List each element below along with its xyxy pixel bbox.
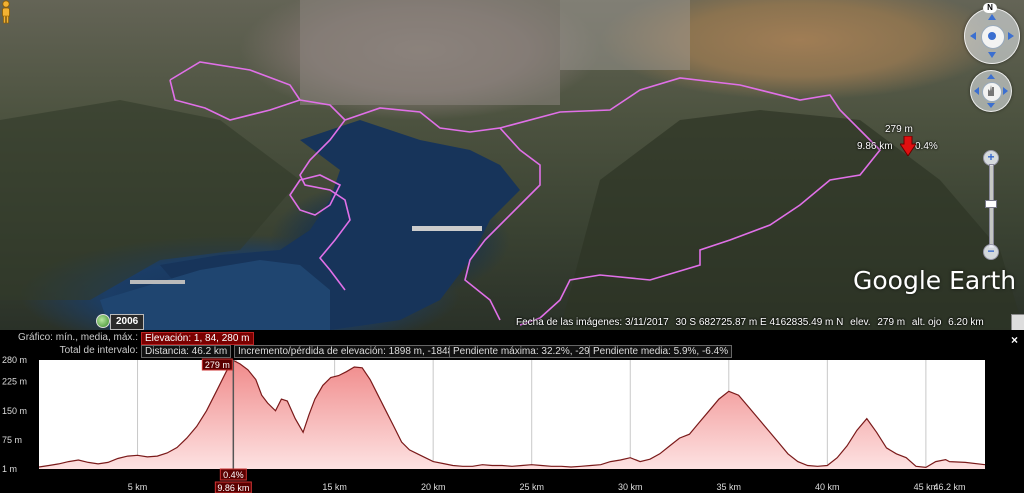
cursor-elevation-tag: 279 m (205, 360, 230, 370)
zoom-thumb[interactable] (985, 200, 997, 208)
cursor-elevation-label: 279 m (885, 124, 913, 135)
eye-altitude-value: 6.20 km (948, 317, 984, 328)
elevation-value: 279 m (877, 317, 906, 328)
mountain-range (560, 110, 1024, 330)
x-tick-label: 25 km (519, 482, 544, 492)
historical-imagery-clock-icon[interactable] (96, 314, 110, 328)
zoom-slider[interactable]: + − (983, 150, 999, 260)
google-earth-logo: Google Earth (853, 266, 1017, 295)
y-tick-label: 280 m (2, 356, 27, 365)
industrial-area (560, 0, 690, 70)
y-tick-label: 225 m (2, 377, 27, 387)
cursor-slope-tag: 0.4% (223, 470, 244, 480)
zoom-out-button[interactable]: − (983, 244, 999, 260)
map-view[interactable]: 279 m 9.86 km 0.4% Google Earth 2006 Fec… (0, 0, 1024, 330)
graph-stats-label: Gráfico: mín., media, máx.: (17, 332, 138, 343)
city-area (300, 0, 560, 105)
breakwater (130, 280, 185, 284)
panel-resize-handle[interactable] (1011, 314, 1024, 330)
eye-altitude-label: alt. ojo (911, 317, 942, 328)
y-tick-label: 150 m (2, 406, 27, 416)
x-tick-label: 40 km (815, 482, 840, 492)
x-tick-label: 35 km (717, 482, 742, 492)
compass-control[interactable] (964, 8, 1020, 64)
cursor-slope-label: 0.4% (915, 141, 938, 152)
cursor-arrow-icon (900, 136, 916, 156)
x-tick-label: 30 km (618, 482, 643, 492)
compass-north-indicator[interactable]: N (983, 3, 997, 13)
historical-imagery-year[interactable]: 2006 (110, 314, 145, 330)
status-bar: Fecha de las imágenes: 3/11/2017 30 S 68… (516, 317, 988, 328)
x-tick-label: 5 km (128, 482, 148, 492)
pan-arrows-icon (974, 74, 1008, 108)
cursor-coordinates: 30 S 682725.87 m E 4162835.49 m N (675, 317, 844, 328)
y-tick-label: 1 m (2, 464, 17, 474)
elevation-label: elev. (850, 317, 871, 328)
x-tick-label: 20 km (421, 482, 446, 492)
x-tick-label: 46.2 km (933, 482, 965, 492)
imagery-date: Fecha de las imágenes: 3/11/2017 (516, 317, 669, 328)
cursor-distance-tag: 9.86 km (217, 483, 249, 493)
x-tick-label: 15 km (322, 482, 347, 492)
street-view-pegman-icon[interactable] (0, 0, 12, 24)
compass-arrows-icon (970, 14, 1014, 58)
elevation-profile-chart[interactable]: 280 m225 m150 m75 m1 m5 km10 km15 km20 k… (0, 356, 1024, 493)
close-profile-button[interactable]: × (1011, 333, 1018, 347)
pan-control[interactable] (970, 70, 1012, 112)
y-tick-label: 75 m (2, 435, 22, 445)
elevation-stats-box[interactable]: Elevación: 1, 84, 280 m (141, 332, 254, 345)
dock (412, 226, 482, 231)
cursor-distance-label: 9.86 km (857, 141, 893, 152)
